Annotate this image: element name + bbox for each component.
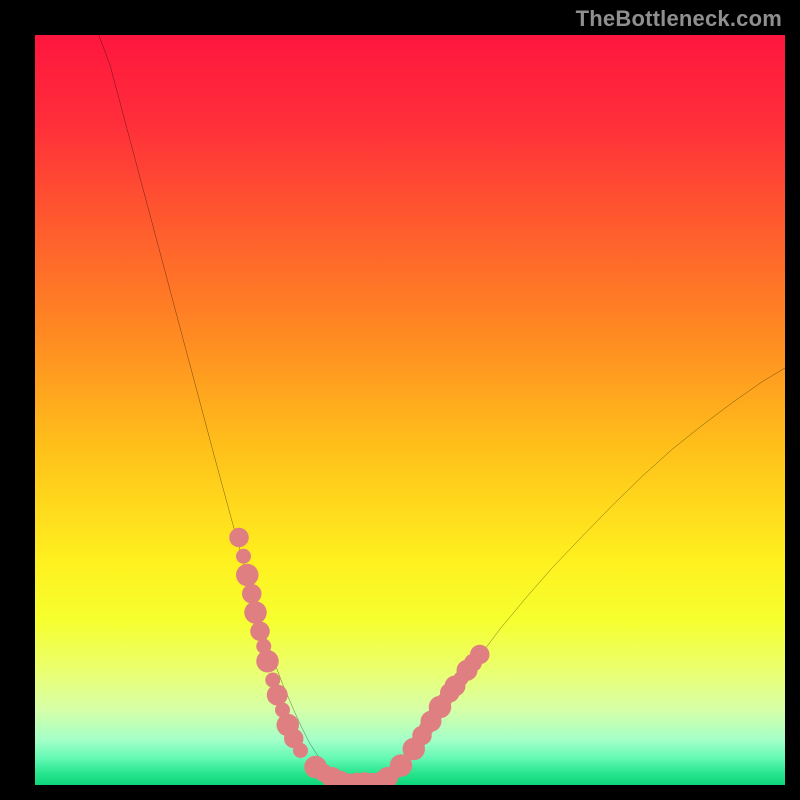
highlight-dots <box>229 528 489 785</box>
highlight-dot <box>293 743 308 758</box>
chart-stage: TheBottleneck.com <box>0 0 800 800</box>
highlight-dot <box>242 584 262 603</box>
watermark-text: TheBottleneck.com <box>576 6 782 32</box>
highlight-dot <box>256 650 279 673</box>
highlight-dot <box>236 549 251 564</box>
highlight-dot <box>267 685 288 706</box>
bottleneck-curve <box>99 35 785 784</box>
highlight-dot <box>250 622 270 641</box>
highlight-dot <box>236 564 259 587</box>
curve-layer <box>35 35 785 785</box>
highlight-dot <box>244 601 267 624</box>
plot-area <box>35 35 785 785</box>
highlight-dot <box>229 528 249 547</box>
highlight-dot <box>470 645 490 665</box>
